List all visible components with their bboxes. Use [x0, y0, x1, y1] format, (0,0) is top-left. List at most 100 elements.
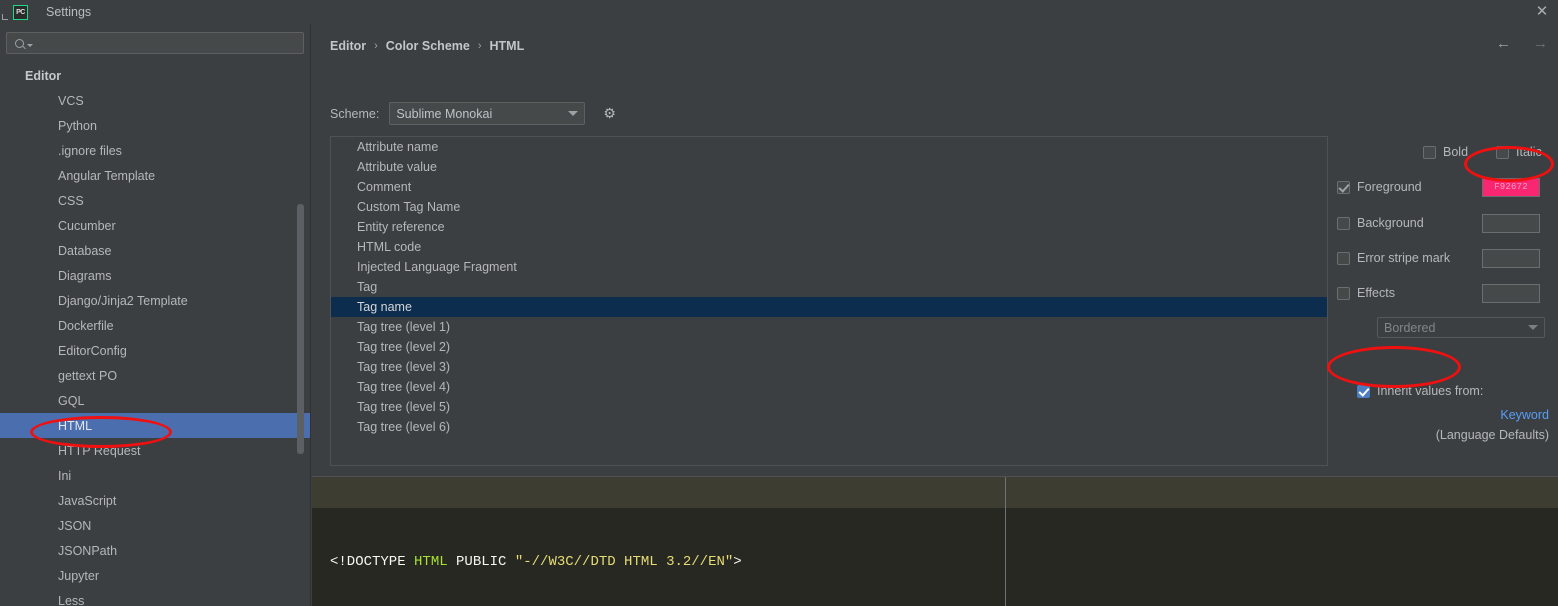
sidebar-item-django-jinja2-template[interactable]: Django/Jinja2 Template	[0, 288, 310, 313]
italic-label: Italic	[1516, 145, 1542, 159]
foreground-color-swatch[interactable]: F92672	[1482, 177, 1540, 197]
background-color-swatch[interactable]	[1482, 213, 1540, 233]
settings-window: PC Settings ✕ Editor VCS Python .ignore fi…	[0, 0, 1558, 606]
sidebar-item-diagrams[interactable]: Diagrams	[0, 263, 310, 288]
attribute-item[interactable]: HTML code	[331, 237, 1327, 257]
inherit-values-row[interactable]: Inherit values from:	[1357, 384, 1483, 398]
effects-type-value: Bordered	[1384, 320, 1436, 335]
sidebar-item-database[interactable]: Database	[0, 238, 310, 263]
sidebar-item-javascript[interactable]: JavaScript	[0, 488, 310, 513]
sidebar-scrollbar[interactable]	[297, 204, 304, 454]
sidebar-item-label: CSS	[58, 193, 84, 208]
italic-checkbox-row[interactable]: Italic	[1496, 145, 1542, 159]
attribute-item[interactable]: Tag tree (level 6)	[331, 417, 1327, 437]
sidebar-item-label: Python	[58, 118, 97, 133]
chevron-down-icon[interactable]	[27, 43, 33, 47]
attribute-item[interactable]: Attribute name	[331, 137, 1327, 157]
sidebar-item-editorconfig[interactable]: EditorConfig	[0, 338, 310, 363]
sidebar-item-jsonpath[interactable]: JSONPath	[0, 538, 310, 563]
bold-label: Bold	[1443, 145, 1469, 159]
error-stripe-checkbox[interactable]	[1337, 251, 1350, 265]
sidebar-item-ini[interactable]: Ini	[0, 463, 310, 488]
chevron-down-icon	[568, 111, 579, 116]
bold-checkbox-row[interactable]: Bold	[1423, 145, 1468, 159]
sidebar-item-cucumber[interactable]: Cucumber	[0, 213, 310, 238]
title-bar: PC Settings ✕	[0, 0, 1558, 24]
sidebar-item-label: HTTP Request	[58, 443, 141, 458]
sidebar-item-json[interactable]: JSON	[0, 513, 310, 538]
attribute-item[interactable]: Injected Language Fragment	[331, 257, 1327, 277]
attribute-item[interactable]: Tag tree (level 2)	[331, 337, 1327, 357]
attribute-item[interactable]: Comment	[331, 177, 1327, 197]
breadcrumb-color-scheme[interactable]: Color Scheme	[386, 39, 470, 53]
attribute-item[interactable]: Entity reference	[331, 217, 1327, 237]
forward-arrow-icon[interactable]: →	[1533, 36, 1548, 51]
window-menu-arrow-icon[interactable]	[0, 0, 10, 24]
gear-icon[interactable]: ⚙	[603, 106, 618, 121]
effects-type-select[interactable]: Bordered	[1377, 317, 1545, 338]
sidebar-item-gettext-po[interactable]: gettext PO	[0, 363, 310, 388]
sidebar-item-dockerfile[interactable]: Dockerfile	[0, 313, 310, 338]
sidebar-item-html[interactable]: HTML	[0, 413, 310, 438]
sidebar-item-label: GQL	[58, 393, 85, 408]
attribute-item[interactable]: Attribute value	[331, 157, 1327, 177]
sidebar-item-jupyter[interactable]: Jupyter	[0, 563, 310, 588]
sidebar-item-editor[interactable]: Editor	[0, 63, 310, 88]
sidebar-item-label: gettext PO	[58, 368, 118, 383]
sidebar-item-label: JavaScript	[58, 493, 117, 508]
background-checkbox[interactable]	[1337, 216, 1350, 230]
breadcrumb-editor[interactable]: Editor	[330, 39, 366, 53]
sidebar-item-label: VCS	[58, 93, 84, 108]
foreground-row: Foreground F92672	[1337, 177, 1557, 197]
color-attributes-list[interactable]: Attribute name Attribute value Comment Cust…	[330, 136, 1328, 466]
sidebar-item-label: JSONPath	[58, 543, 118, 558]
error-stripe-color-swatch[interactable]	[1482, 248, 1540, 268]
scheme-row: Scheme: Sublime Monokai ⚙	[330, 102, 618, 125]
sidebar-item-python[interactable]: Python	[0, 113, 310, 138]
search-wrapper	[0, 24, 310, 54]
chevron-right-icon: ›	[477, 40, 482, 52]
preview-line1-segment: PUBLIC	[447, 554, 515, 570]
scheme-select[interactable]: Sublime Monokai	[389, 102, 586, 125]
sidebar-item-angular-template[interactable]: Angular Template	[0, 163, 310, 188]
preview-code: <!DOCTYPE HTML PUBLIC "-//W3C//DTD HTML …	[312, 477, 1558, 606]
sidebar-item-css[interactable]: CSS	[0, 188, 310, 213]
code-preview-panel[interactable]: <!DOCTYPE HTML PUBLIC "-//W3C//DTD HTML …	[312, 476, 1558, 606]
background-row: Background	[1337, 213, 1557, 233]
effects-checkbox[interactable]	[1337, 286, 1350, 300]
effects-color-swatch[interactable]	[1482, 283, 1540, 303]
sidebar-item-vcs[interactable]: VCS	[0, 88, 310, 113]
sidebar-item-gql[interactable]: GQL	[0, 388, 310, 413]
attribute-item[interactable]: Tag tree (level 1)	[331, 317, 1327, 337]
attribute-item[interactable]: Custom Tag Name	[331, 197, 1327, 217]
sidebar-item-label: Database	[58, 243, 112, 258]
inherit-source-link[interactable]: Keyword	[1500, 408, 1549, 422]
background-label: Background	[1357, 216, 1424, 230]
foreground-label: Foreground	[1357, 180, 1422, 194]
preview-line1-segment: "-//W3C//DTD HTML 3.2//EN"	[514, 554, 734, 570]
attribute-item[interactable]: Tag name	[331, 297, 1327, 317]
breadcrumb: Editor › Color Scheme › HTML	[330, 39, 524, 53]
search-box[interactable]	[6, 32, 304, 54]
sidebar-item-http-request[interactable]: HTTP Request	[0, 438, 310, 463]
foreground-checkbox[interactable]	[1337, 180, 1350, 194]
bold-checkbox[interactable]	[1423, 145, 1436, 159]
attribute-item[interactable]: Tag tree (level 5)	[331, 397, 1327, 417]
sidebar-item-less[interactable]: Less	[0, 588, 310, 606]
attribute-item[interactable]: Tag tree (level 3)	[331, 357, 1327, 377]
inherit-values-checkbox[interactable]	[1357, 384, 1370, 398]
search-input[interactable]	[37, 34, 287, 52]
attribute-item[interactable]: Tag tree (level 4)	[331, 377, 1327, 397]
font-style-row: Bold Italic	[1423, 145, 1542, 159]
chevron-down-icon	[1528, 325, 1538, 330]
italic-checkbox[interactable]	[1496, 145, 1510, 159]
attribute-item[interactable]: Tag	[331, 277, 1327, 297]
back-arrow-icon[interactable]: ←	[1496, 36, 1511, 51]
sidebar-item-label: JSON	[58, 518, 92, 533]
preview-line1-segment: HTML	[414, 554, 448, 570]
close-icon[interactable]: ✕	[1532, 3, 1552, 21]
sidebar-item-ignore-files[interactable]: .ignore files	[0, 138, 310, 163]
sidebar-item-label: Less	[58, 593, 85, 606]
sidebar-item-label: Dockerfile	[58, 318, 114, 333]
error-stripe-label: Error stripe mark	[1357, 251, 1451, 265]
